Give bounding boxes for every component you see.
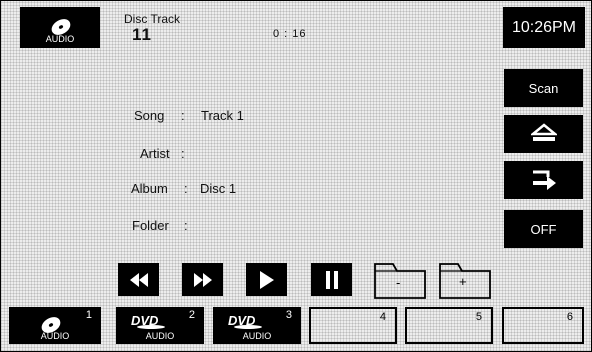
preset-2-button[interactable]: DVD 2 AUDIO (116, 307, 204, 344)
folder-label: Folder (132, 218, 169, 233)
song-value: Track 1 (201, 108, 244, 123)
play-icon (259, 270, 274, 289)
preset-number: 6 (566, 311, 573, 323)
folder-separator: : (184, 218, 188, 233)
play-button[interactable] (246, 263, 287, 296)
artist-label: Artist (140, 146, 170, 161)
clock-display[interactable]: 10:26PM (503, 7, 585, 48)
eject-icon (530, 123, 557, 141)
preset-number: 5 (475, 311, 482, 323)
preset-number: 1 (85, 309, 92, 321)
audio-source-label: AUDIO (45, 34, 75, 44)
album-label: Album (131, 181, 168, 196)
rewind-icon (129, 272, 148, 287)
preset-5-button[interactable]: 5 (405, 307, 493, 344)
scan-button[interactable]: Scan (504, 69, 583, 107)
return-button[interactable] (504, 161, 583, 199)
song-label: Song (134, 108, 165, 123)
pause-icon (325, 270, 338, 289)
preset-6-button[interactable]: 6 (502, 307, 584, 344)
preset-3-button[interactable]: DVD 3 AUDIO (213, 307, 301, 344)
rewind-button[interactable] (118, 263, 159, 296)
preset-1-button[interactable]: 1 AUDIO (9, 307, 101, 344)
eject-button[interactable] (504, 115, 583, 153)
track-number: 11 (132, 25, 152, 44)
artist-separator: : (181, 146, 185, 161)
dvd-logo-icon: DVD (228, 313, 262, 329)
preset-4-button[interactable]: 4 (309, 307, 397, 344)
preset-label: AUDIO (145, 331, 175, 341)
folder-down-sign: - (396, 275, 401, 290)
folder-up-sign: + (459, 274, 467, 289)
preset-number: 4 (379, 311, 386, 323)
album-separator: : (184, 181, 188, 196)
pause-button[interactable] (311, 263, 352, 296)
preset-label: AUDIO (242, 331, 272, 341)
audio-source-button[interactable]: AUDIO (20, 7, 100, 48)
preset-label: AUDIO (40, 331, 70, 341)
audio-screen: AUDIO Disc Track 11 0 : 16 10:26PM Scan … (0, 0, 592, 352)
song-separator: : (181, 108, 185, 123)
dvd-logo-icon: DVD (131, 313, 165, 329)
return-arrow-icon (532, 170, 556, 190)
fast-forward-button[interactable] (182, 263, 223, 296)
fast-forward-icon (193, 272, 212, 287)
off-button[interactable]: OFF (504, 210, 583, 248)
preset-number: 3 (285, 309, 292, 321)
elapsed-time: 0 : 16 (273, 28, 307, 40)
disc-track-label: Disc Track (124, 12, 181, 26)
preset-number: 2 (188, 309, 195, 321)
album-value: Disc 1 (200, 181, 237, 196)
